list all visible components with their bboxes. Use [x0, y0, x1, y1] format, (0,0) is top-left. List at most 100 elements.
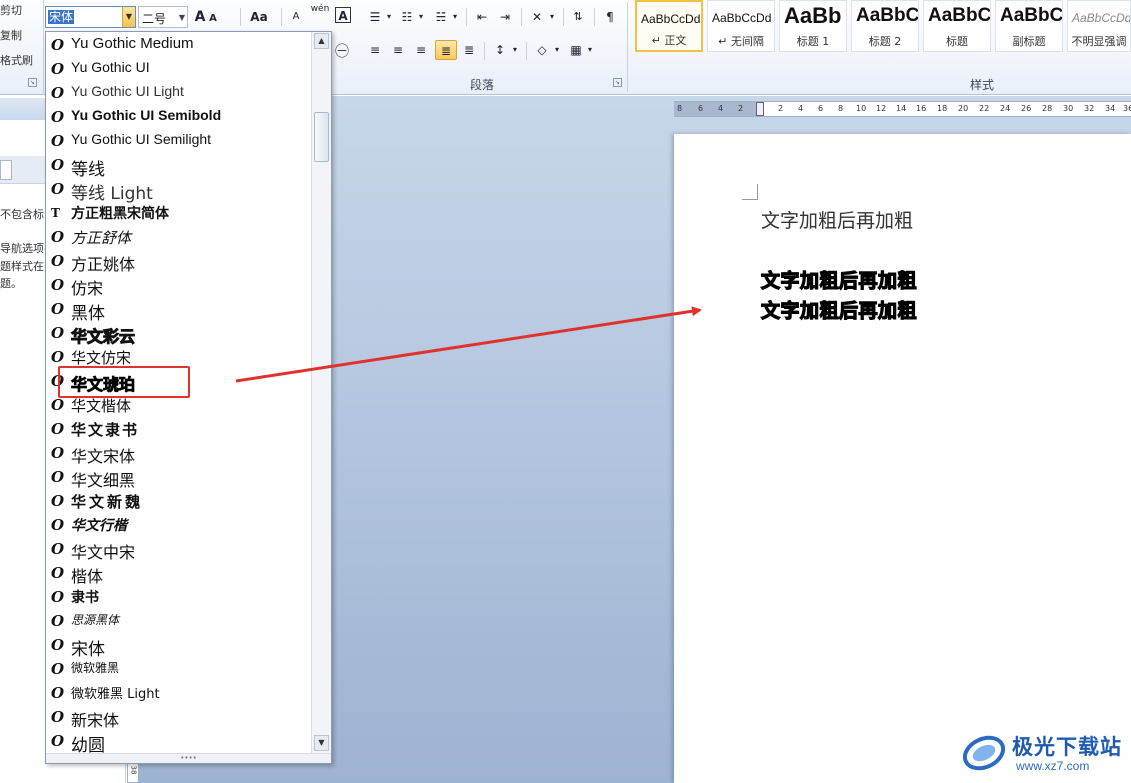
font-option[interactable]: O 华文细黑	[46, 465, 314, 490]
font-option[interactable]: O 华文彩云	[46, 321, 314, 347]
style-subtitle[interactable]: AaBbC 副标题	[995, 0, 1063, 52]
font-option[interactable]: O 等线 Light	[46, 177, 314, 204]
font-option[interactable]: O 微软雅黑 Light	[46, 681, 314, 705]
align-right-icon[interactable]: ≡	[412, 40, 430, 60]
font-option-label: 仿宋	[71, 279, 104, 298]
font-option[interactable]: O 华文隶书	[46, 417, 314, 441]
align-center-icon[interactable]: ≡	[389, 40, 407, 60]
document-line-bold-1[interactable]: 文字加粗后再加粗	[760, 266, 917, 293]
font-option-label: Yu Gothic Medium	[71, 35, 194, 52]
font-option[interactable]: O 黑体	[46, 297, 314, 324]
truetype-font-icon: O	[51, 420, 65, 438]
font-option[interactable]: O 华文宋体	[46, 441, 314, 466]
font-option[interactable]: O Yu Gothic Medium	[46, 33, 314, 57]
phonetic-guide-button[interactable]: wén	[310, 3, 330, 23]
font-option[interactable]: O 方正姚体	[46, 249, 314, 274]
font-option-label: 微软雅黑	[71, 661, 120, 675]
document-line-plain[interactable]: 文字加粗后再加粗	[761, 206, 913, 233]
grow-font-button[interactable]: A	[193, 7, 207, 27]
font-option-label: 方正姚体	[71, 255, 136, 274]
font-size-dropdown-icon[interactable]: ▼	[179, 13, 185, 22]
chinese-layout-icon[interactable]: ✕	[527, 7, 547, 27]
line-spacing-dropdown-icon[interactable]: ▾	[510, 40, 520, 60]
truetype-font-icon: O	[51, 324, 65, 342]
font-list-scrollbar[interactable]: ▲ ▼	[311, 32, 331, 754]
indent-marker-icon[interactable]	[756, 102, 764, 116]
font-option[interactable]: O 华文行楷	[46, 513, 314, 537]
font-option[interactable]: O 微软雅黑	[46, 657, 314, 681]
chinese-layout-dropdown-icon[interactable]: ▾	[547, 7, 557, 27]
font-option[interactable]: O 方正舒体	[46, 225, 314, 249]
multilevel-dropdown-icon[interactable]: ▾	[450, 7, 460, 27]
style-normal[interactable]: AaBbCcDd ↵ 正文	[635, 0, 703, 52]
sort-icon[interactable]: ⇅	[569, 7, 587, 27]
bullets-dropdown-icon[interactable]: ▾	[384, 7, 394, 27]
clipboard-launcher-icon[interactable]: ↘	[28, 78, 37, 87]
shading-icon[interactable]: ◇	[532, 40, 552, 60]
font-option[interactable]: O 新宋体	[46, 705, 314, 730]
font-name-combobox[interactable]: 宋体 ▼	[45, 6, 136, 28]
style-subtle-emphasis[interactable]: AaBbCcDd 不明显强调	[1067, 0, 1131, 52]
styles-gallery: AaBbCcDd ↵ 正文 AaBbCcDd ↵ 无间隔 AaBb 标题 1 A…	[631, 0, 1131, 72]
line-spacing-icon[interactable]: ↕	[490, 40, 510, 60]
style-heading-2[interactable]: AaBbC 标题 2	[851, 0, 919, 52]
scroll-up-icon[interactable]: ▲	[314, 33, 329, 49]
numbering-dropdown-icon[interactable]: ▾	[416, 7, 426, 27]
document-line-bold-2[interactable]: 文字加粗后再加粗	[760, 296, 917, 323]
font-option[interactable]: O 仿宋	[46, 273, 314, 298]
font-option[interactable]: O 幼圆	[46, 729, 314, 756]
style-title[interactable]: AaBbC 标题	[923, 0, 991, 52]
font-option-label: 新宋体	[71, 711, 120, 730]
borders-dropdown-icon[interactable]: ▾	[585, 40, 595, 60]
scroll-down-icon[interactable]: ▼	[314, 735, 329, 751]
font-size-combobox[interactable]: 二号 ▼	[138, 6, 188, 28]
truetype-font-icon: O	[51, 396, 65, 414]
change-case-button[interactable]: Aa	[247, 7, 271, 27]
font-option[interactable]: O Yu Gothic UI Light	[46, 81, 314, 105]
resize-grip-icon[interactable]: ••••	[46, 753, 331, 763]
truetype-font-icon: O	[51, 252, 65, 270]
format-painter-button[interactable]: 格式刷	[0, 52, 33, 68]
horizontal-ruler[interactable]: 8 6 4 2 2 4 6 8 10 12 14 16 18 20 22 24 …	[674, 101, 1131, 117]
font-name-dropdown-icon[interactable]: ▼	[122, 7, 135, 27]
clear-format-button[interactable]: A	[288, 7, 304, 27]
font-option[interactable]: O 宋体	[46, 633, 314, 660]
font-option[interactable]: O Yu Gothic UI Semibold	[46, 105, 314, 129]
decrease-indent-icon[interactable]: ⇤	[473, 7, 491, 27]
font-size-value[interactable]: 二号	[142, 10, 166, 27]
shading-dropdown-icon[interactable]: ▾	[552, 40, 562, 60]
align-left-icon[interactable]: ≡	[366, 40, 384, 60]
shrink-font-button[interactable]: A	[208, 7, 218, 27]
character-border-button[interactable]: A	[335, 7, 351, 23]
distributed-icon[interactable]: ≣	[460, 40, 478, 60]
bullets-icon[interactable]: ☰	[366, 7, 384, 27]
borders-icon[interactable]: ▦	[567, 40, 585, 60]
copy-button[interactable]: 复制	[0, 27, 22, 43]
font-name-value[interactable]: 宋体	[48, 10, 75, 24]
font-option[interactable]: O Yu Gothic UI Semilight	[46, 129, 314, 153]
numbering-icon[interactable]: ☷	[398, 7, 416, 27]
font-option[interactable]: O 等线	[46, 153, 314, 180]
paragraph-launcher-icon[interactable]: ↘	[613, 78, 622, 87]
show-marks-icon[interactable]: ¶	[602, 7, 618, 27]
font-option[interactable]: T 方正粗黑宋简体	[46, 201, 314, 225]
increase-indent-icon[interactable]: ⇥	[496, 7, 514, 27]
style-no-spacing[interactable]: AaBbCcDd ↵ 无间隔	[707, 0, 775, 52]
font-option[interactable]: O 楷体	[46, 561, 314, 586]
truetype-font-icon: O	[51, 588, 65, 606]
font-option-label: 楷体	[71, 567, 104, 586]
scroll-thumb[interactable]	[314, 112, 329, 162]
font-option[interactable]: O Yu Gothic UI	[46, 57, 314, 81]
font-option[interactable]: O 思源黑体	[46, 609, 314, 633]
cut-button[interactable]: 剪切	[0, 2, 22, 18]
style-heading-1[interactable]: AaBb 标题 1	[779, 0, 847, 52]
multilevel-list-icon[interactable]: ☵	[432, 7, 450, 27]
font-option[interactable]: O 隶书	[46, 585, 314, 609]
font-option[interactable]: O 华文新魏	[46, 489, 314, 513]
document-page[interactable]: 文字加粗后再加粗 文字加粗后再加粗 文字加粗后再加粗	[674, 134, 1131, 783]
justify-icon[interactable]: ≣	[435, 40, 457, 60]
truetype-font-icon: O	[51, 276, 65, 294]
font-option[interactable]: O 华文中宋	[46, 537, 314, 562]
enclose-character-icon[interactable]: ㊀	[333, 42, 351, 62]
nav-tab-icon[interactable]	[0, 160, 12, 180]
